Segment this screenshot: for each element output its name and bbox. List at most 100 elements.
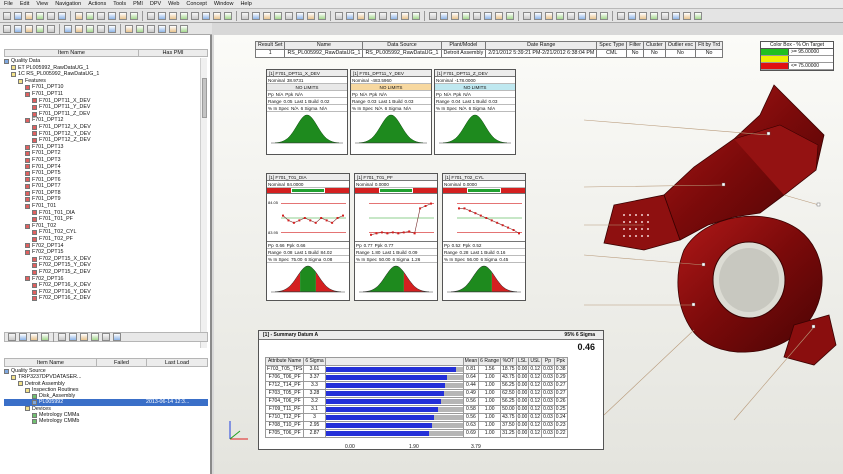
- toolbar-button-icon[interactable]: [506, 11, 514, 20]
- menu-actions[interactable]: Actions: [88, 1, 106, 7]
- toolbar-button-icon[interactable]: [628, 11, 636, 20]
- toolbar-button-icon[interactable]: [14, 11, 22, 20]
- summary-row[interactable]: F703_T05_PF 3.28 0.49 1.00 62.50 0.00 0.12 0.03…: [264, 389, 568, 398]
- toolbar-button-icon[interactable]: [661, 11, 669, 20]
- tree-item[interactable]: F701_T02: [4, 223, 200, 230]
- toolbar-button-icon[interactable]: [108, 24, 116, 33]
- toolbar-button-icon[interactable]: [252, 11, 260, 20]
- toolbar-button-icon[interactable]: [41, 333, 49, 341]
- tree-item[interactable]: F701_DPT11_Y_DEV: [4, 104, 200, 111]
- tree-item[interactable]: F701_DPT8: [4, 190, 200, 197]
- toolbar-button-icon[interactable]: [19, 333, 27, 341]
- feature-distribution-panel[interactable]: [1] F701_DPT11_Z_DEV Nominal -178.0000 NO L…: [434, 69, 516, 155]
- tree-item[interactable]: F701_DPT13: [4, 144, 200, 151]
- menu-dpv[interactable]: DPV: [150, 1, 161, 7]
- tree-item[interactable]: F701_DPT12_Y_DEV: [4, 131, 200, 138]
- toolbar-button-icon[interactable]: [357, 11, 365, 20]
- tree-item[interactable]: F702_DPT15_Z_DEV: [4, 269, 200, 276]
- summary-row[interactable]: F706_T06_PF 3.37 0.64 1.00 43.75 0.00 0.12 0.03…: [264, 373, 568, 382]
- toolbar-button-icon[interactable]: [390, 11, 398, 20]
- results-header-cell[interactable]: Data Source: [362, 41, 442, 50]
- toolbar-button-icon[interactable]: [429, 11, 437, 20]
- summary-row[interactable]: F703_T05_TPS 3.61 0.81 1.56 18.75 0.00 0.12 0.0…: [264, 365, 568, 374]
- toolbar-button-icon[interactable]: [86, 24, 94, 33]
- results-header-cell[interactable]: Date Range: [485, 41, 598, 50]
- toolbar-button-icon[interactable]: [14, 24, 22, 33]
- tree-item[interactable]: F701_T01_PF: [4, 216, 200, 223]
- results-header-cell[interactable]: Flt by Trd: [695, 41, 724, 50]
- toolbar-button-icon[interactable]: [3, 11, 11, 20]
- feature-distribution-panel[interactable]: [1] F701_DPT11_X_DEV Nominal 38.9731 NO LIM…: [266, 69, 348, 155]
- menu-tools[interactable]: Tools: [113, 1, 126, 7]
- toolbar-button-icon[interactable]: [108, 11, 116, 20]
- toolbar-button-icon[interactable]: [213, 11, 221, 20]
- toolbar-button-icon[interactable]: [64, 24, 72, 33]
- tree-item[interactable]: F701_DPT12_X_DEV: [4, 124, 200, 131]
- results-header-cell[interactable]: Cluster: [642, 41, 666, 50]
- summary-header-cell[interactable]: USL: [528, 357, 543, 366]
- toolbar-button-icon[interactable]: [69, 333, 77, 341]
- toolbar-button-icon[interactable]: [58, 333, 66, 341]
- summary-header-cell[interactable]: [324, 357, 464, 366]
- toolbar-button-icon[interactable]: [368, 11, 376, 20]
- tree-item[interactable]: F702_DPT14: [4, 243, 200, 250]
- toolbar-button-icon[interactable]: [683, 11, 691, 20]
- toolbar-button-icon[interactable]: [462, 11, 470, 20]
- toolbar-button-icon[interactable]: [191, 11, 199, 20]
- tree-item[interactable]: F702_DPT15_Y_DEV: [4, 262, 200, 269]
- menu-edit[interactable]: Edit: [20, 1, 29, 7]
- toolbar-button-icon[interactable]: [296, 11, 304, 20]
- tree-item[interactable]: F701_T02_PF: [4, 236, 200, 243]
- results-header-cell[interactable]: Filter: [626, 41, 644, 50]
- tree-item[interactable]: F701_DPT5: [4, 170, 200, 177]
- toolbar-button-icon[interactable]: [650, 11, 658, 20]
- toolbar-button-icon[interactable]: [97, 24, 105, 33]
- tree-item[interactable]: F701_T01: [4, 203, 200, 210]
- tree-item[interactable]: F701_DPT3: [4, 157, 200, 164]
- toolbar-button-icon[interactable]: [401, 11, 409, 20]
- toolbar-button-icon[interactable]: [102, 333, 110, 341]
- column-header-last-load[interactable]: Last Load: [147, 359, 207, 366]
- results-header-cell[interactable]: Result Set: [254, 41, 286, 50]
- tree-item[interactable]: F701_DPT2: [4, 150, 200, 157]
- tree-item[interactable]: F701_DPT12: [4, 117, 200, 124]
- results-header-cell[interactable]: Spec Type: [596, 41, 628, 50]
- 3d-viewport[interactable]: Result Set Name Data Source Plant/Model Date…: [214, 35, 843, 474]
- scrollbar-thumb[interactable]: [202, 78, 207, 118]
- toolbar-button-icon[interactable]: [30, 333, 38, 341]
- toolbar-button-icon[interactable]: [617, 11, 625, 20]
- menu-window[interactable]: Window: [214, 1, 234, 7]
- toolbar-button-icon[interactable]: [58, 11, 66, 20]
- menu-concept[interactable]: Concept: [186, 1, 207, 7]
- toolbar-button-icon[interactable]: [285, 11, 293, 20]
- summary-row[interactable]: F705_T06_PF 2.87 0.69 1.00 31.25 0.00 0.12 0.03…: [264, 429, 568, 438]
- feature-tree-scrollbar[interactable]: [200, 58, 207, 348]
- summary-row[interactable]: F709_T11_PF 3.1 0.58 1.00 50.00 0.00 0.12 0.03 0…: [264, 405, 568, 414]
- tree-item[interactable]: F701_DPT6: [4, 177, 200, 184]
- toolbar-button-icon[interactable]: [495, 11, 503, 20]
- toolbar-button-icon[interactable]: [119, 11, 127, 20]
- toolbar-button-icon[interactable]: [263, 11, 271, 20]
- toolbar-button-icon[interactable]: [113, 333, 121, 341]
- feature-distribution-panel[interactable]: [1] F701_DPT11_Y_DEV Nominal -483.5960 NO L…: [350, 69, 432, 155]
- results-header-cell[interactable]: Outlier exc: [664, 41, 697, 50]
- tree-item[interactable]: F701_DPT9: [4, 196, 200, 203]
- results-header-cell[interactable]: Name: [284, 41, 364, 50]
- summary-header-cell[interactable]: Attribute Name: [264, 357, 305, 366]
- toolbar-button-icon[interactable]: [25, 11, 33, 20]
- toolbar-button-icon[interactable]: [91, 333, 99, 341]
- tree-item[interactable]: F701_DPT11_Z_DEV: [4, 111, 200, 118]
- feature-trend-panel[interactable]: [1] F701_T02_CYL Nominal 0.0000 Pp 0.52 Ppk 0.…: [442, 173, 526, 301]
- toolbar-button-icon[interactable]: [484, 11, 492, 20]
- tree-item[interactable]: F701_T01_DIA: [4, 210, 200, 217]
- toolbar-button-icon[interactable]: [36, 11, 44, 20]
- tree-item[interactable]: Quality Data: [4, 58, 200, 65]
- summary-header-cell[interactable]: 6 Range: [478, 357, 502, 366]
- toolbar-button-icon[interactable]: [694, 11, 702, 20]
- toolbar-button-icon[interactable]: [346, 11, 354, 20]
- tree-item[interactable]: F702_DPT15_X_DEV: [4, 256, 200, 263]
- toolbar-button-icon[interactable]: [47, 24, 55, 33]
- tree-item[interactable]: F701_DPT4: [4, 164, 200, 171]
- toolbar-button-icon[interactable]: [3, 24, 11, 33]
- toolbar-button-icon[interactable]: [672, 11, 680, 20]
